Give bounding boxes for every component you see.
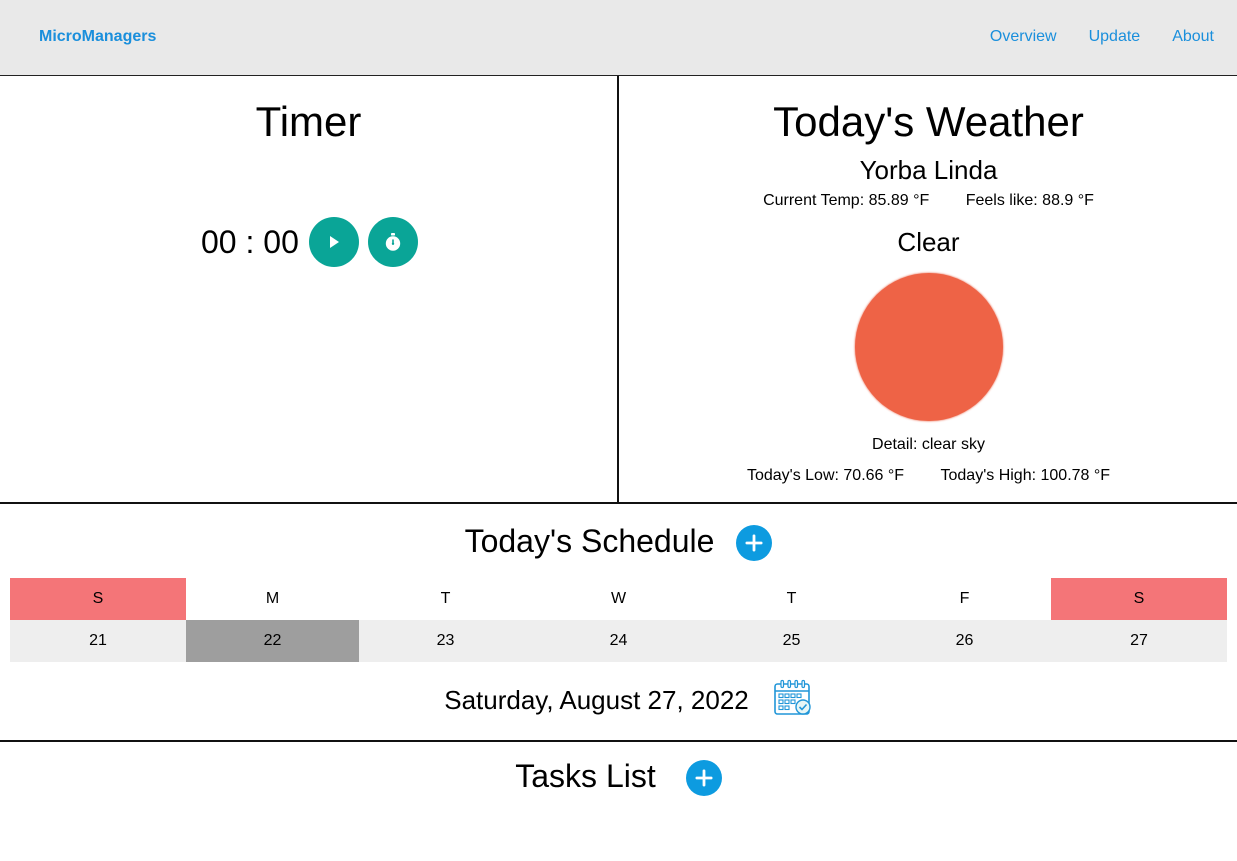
weather-city: Yorba Linda [859, 155, 998, 185]
feels-like-temp: Feels like: 88.9 °F [965, 192, 1094, 209]
nav-link-about[interactable]: About [1172, 28, 1214, 46]
high-temp: Today's High: 100.78 °F [940, 467, 1111, 484]
timer-title: Timer [255, 98, 362, 145]
top-navbar: MicroManagers Overview Update About [0, 0, 1237, 76]
weekday-header: M [186, 578, 359, 620]
timer-controls: 00 : 00 [201, 217, 418, 267]
current-temp: Current Temp: 85.89 °F [763, 192, 930, 209]
schedule-header: Today's Schedule [0, 521, 1237, 561]
calendar-day[interactable]: 24 [532, 620, 705, 662]
calendar-day[interactable]: 27 [1051, 620, 1227, 662]
weather-panel: Today's Weather Yorba Linda Current Temp… [620, 76, 1237, 502]
weather-title: Today's Weather [773, 98, 1084, 145]
weekday-header: S [10, 578, 186, 620]
weather-detail: Detail: clear sky [872, 436, 985, 453]
calendar-day[interactable]: 26 [878, 620, 1051, 662]
stopwatch-button[interactable] [367, 217, 418, 267]
weather-temps: Current Temp: 85.89 °F Feels like: 88.9 … [620, 192, 1237, 210]
plus-icon [695, 769, 713, 787]
schedule-section: Today's Schedule S M T W T F S 21 22 23 … [0, 504, 1237, 742]
week-calendar: S M T W T F S 21 22 23 24 25 26 27 [10, 578, 1227, 662]
sun-icon [855, 273, 1003, 421]
tasks-header: Tasks List [0, 756, 1237, 796]
weekday-header: T [359, 578, 532, 620]
calendar-picker-button[interactable] [773, 679, 813, 722]
date-line: Saturday, August 27, 2022 [0, 679, 1237, 722]
calendar-day[interactable]: 21 [10, 620, 186, 662]
nav-links: Overview Update About [990, 28, 1214, 46]
current-date: Saturday, August 27, 2022 [444, 685, 749, 715]
weekday-row: S M T W T F S [10, 578, 1227, 620]
weather-condition: Clear [897, 227, 960, 257]
timer-panel: Timer 00 : 00 [0, 76, 619, 502]
nav-link-update[interactable]: Update [1089, 28, 1141, 46]
calendar-day[interactable]: 23 [359, 620, 532, 662]
timer-display: 00 : 00 [201, 223, 299, 260]
top-row: Timer 00 : 00 Today's Weather Yorba Lind… [0, 76, 1237, 504]
weekday-header: F [878, 578, 1051, 620]
day-row: 21 22 23 24 25 26 27 [10, 620, 1227, 662]
schedule-title: Today's Schedule [464, 522, 715, 559]
calendar-day[interactable]: 25 [705, 620, 878, 662]
add-schedule-button[interactable] [736, 525, 773, 561]
nav-link-overview[interactable]: Overview [990, 28, 1057, 46]
calendar-check-icon [773, 679, 811, 715]
plus-icon [745, 534, 763, 552]
stopwatch-icon [385, 233, 401, 251]
weekday-header: W [532, 578, 705, 620]
calendar-day-selected[interactable]: 22 [186, 620, 359, 662]
weekday-header: S [1051, 578, 1227, 620]
add-task-button[interactable] [685, 760, 722, 796]
weekday-header: T [705, 578, 878, 620]
tasks-section: Tasks List [0, 744, 1237, 861]
weather-low-high: Today's Low: 70.66 °F Today's High: 100.… [620, 467, 1237, 485]
low-temp: Today's Low: 70.66 °F [746, 467, 905, 484]
timer-start-button[interactable] [308, 217, 359, 267]
brand-logo[interactable]: MicroManagers [39, 28, 156, 46]
tasks-title: Tasks List [515, 757, 656, 794]
play-icon [329, 236, 339, 248]
